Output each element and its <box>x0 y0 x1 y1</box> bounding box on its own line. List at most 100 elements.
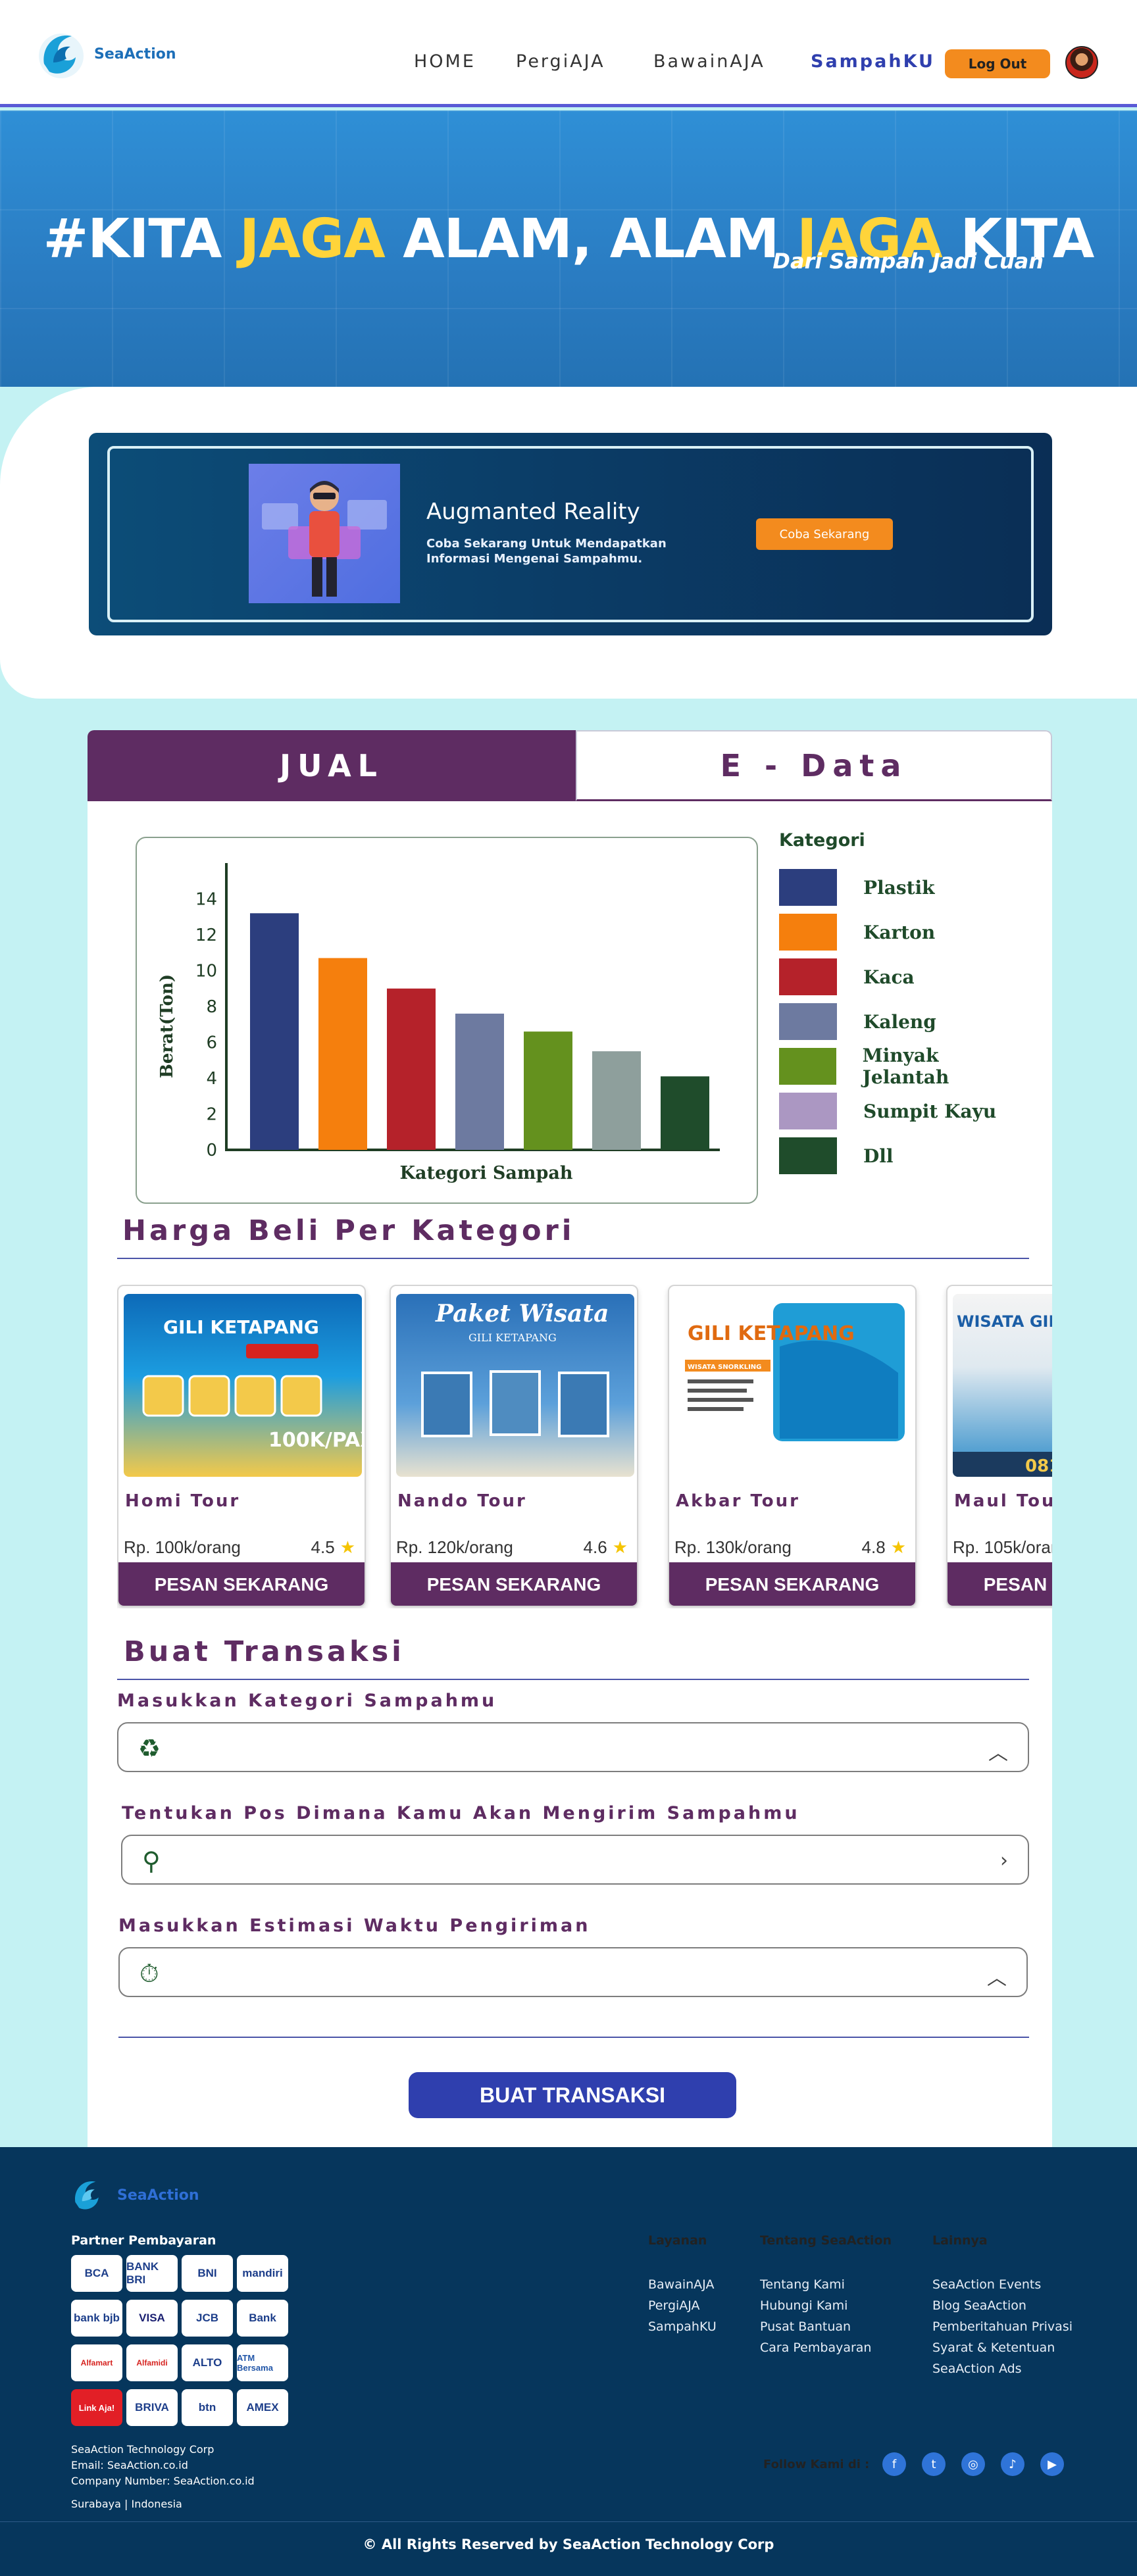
legend-item: Kaleng <box>779 999 1029 1044</box>
footer-link[interactable]: Hubungi Kami <box>760 2295 892 2316</box>
payment-partner-logo: ALTO <box>182 2344 233 2381</box>
legend-label: Minyak Jelantah <box>862 1045 949 1088</box>
youtube-icon[interactable]: ▶ <box>1040 2452 1064 2476</box>
footer-link[interactable]: Cara Pembayaran <box>760 2337 892 2358</box>
waste-category-select[interactable]: ♻ ︿ <box>117 1722 1029 1772</box>
payment-partner-logo: bank bjb <box>71 2300 122 2337</box>
tour-card[interactable]: WISATA GILI KETAPANG 081 Maul Tour Rp. 1… <box>946 1285 1052 1607</box>
footer-link[interactable]: Pemberitahuan Privasi <box>932 2316 1073 2337</box>
top-navbar: SeaAction HOME PergiAJA BawainAJA Sampah… <box>0 0 1137 107</box>
tour-card-image-caption: GILI KETAPANG <box>688 1322 855 1345</box>
hero-title-part: ALAM, ALAM <box>384 208 797 270</box>
nav-pergiaja[interactable]: PergiAJA <box>516 51 605 72</box>
legend-item: Sumpit Kayu <box>779 1089 1029 1133</box>
delivery-time-select[interactable]: ⏱ ︿ <box>118 1947 1028 1997</box>
payment-partner-logo: Bank <box>237 2300 288 2337</box>
company-name: SeaAction Technology Corp <box>71 2443 215 2456</box>
legend-item: Dll <box>779 1133 1029 1178</box>
footer-link[interactable]: SeaAction Ads <box>932 2358 1073 2379</box>
y-tick-label: 0 <box>206 1141 217 1160</box>
tour-card-image-caption: Paket Wisata <box>435 1300 609 1327</box>
tab-edata[interactable]: E - Data <box>576 730 1052 801</box>
copyright-text: © All Rights Reserved by SeaAction Techn… <box>363 2537 774 2552</box>
try-now-button[interactable]: Coba Sekarang <box>756 518 893 550</box>
y-tick-label: 8 <box>206 997 217 1017</box>
book-now-button[interactable]: PESAN SEKARANG <box>948 1562 1052 1606</box>
brand-logo-text: SeaAction <box>94 46 176 62</box>
tour-card[interactable]: GILI KETAPANG 100K/PAX Homi Tour Rp. 100… <box>117 1285 366 1607</box>
ar-illustration <box>249 464 400 603</box>
tour-card[interactable]: GILI KETAPANG WISATA SNORKLING Akbar Tou… <box>668 1285 917 1607</box>
legend-label: Sumpit Kayu <box>863 1100 997 1122</box>
rating-value: 4.5 <box>311 1537 335 1557</box>
logout-button[interactable]: Log Out <box>945 49 1050 78</box>
nav-home[interactable]: HOME <box>414 51 476 72</box>
tour-card[interactable]: Paket Wisata GILI KETAPANG Nando Tour Rp… <box>390 1285 638 1607</box>
location-pin-icon: ⚲ <box>142 1846 161 1875</box>
create-transaction-button[interactable]: BUAT TRANSAKSI <box>409 2072 736 2118</box>
tour-card-price: Rp. 105k/orang <box>953 1537 1052 1557</box>
pos-select[interactable]: ⚲ › <box>121 1835 1029 1885</box>
footer-col-layanan: Layanan BawainAJA PergiAJA SampahKU <box>648 2233 717 2337</box>
user-avatar[interactable] <box>1065 46 1098 79</box>
tour-card-rating: 4.6 ★ <box>584 1537 628 1558</box>
instagram-icon[interactable]: ◎ <box>961 2452 985 2476</box>
chart-bar-karton <box>318 958 367 1150</box>
chevron-right-icon: › <box>1000 1849 1008 1872</box>
tiktok-icon[interactable]: ♪ <box>1001 2452 1024 2476</box>
nav-bawainaja[interactable]: BawainAJA <box>653 51 765 72</box>
legend-swatch <box>779 1003 837 1040</box>
legend-item: Plastik <box>779 865 1029 910</box>
chart-bar-kaleng <box>455 1013 504 1150</box>
tour-card-price: Rp. 130k/orang <box>674 1537 792 1557</box>
footer-wave-logo-icon[interactable] <box>66 2172 112 2218</box>
payment-partner-logo: BANK BRI <box>126 2255 178 2292</box>
book-now-button[interactable]: PESAN SEKARANG <box>391 1562 637 1606</box>
star-icon: ★ <box>890 1537 906 1557</box>
rating-value: 4.6 <box>583 1537 607 1557</box>
payment-partner-logo: JCB <box>182 2300 233 2337</box>
chart-bar-kaca <box>387 988 436 1150</box>
star-icon: ★ <box>612 1537 628 1557</box>
wave-logo-icon <box>36 23 89 86</box>
legend-item: Kaca <box>779 954 1029 999</box>
chart-legend: Kategori Plastik Karton Kaca Kaleng Minyak J… <box>779 830 1029 1178</box>
footer-link[interactable]: Blog SeaAction <box>932 2295 1073 2316</box>
book-now-button[interactable]: PESAN SEKARANG <box>118 1562 365 1606</box>
payment-partners-title: Partner Pembayaran <box>71 2233 216 2248</box>
follow-us-label: Follow Kami di : <box>763 2458 870 2471</box>
chart-bar-sumpit-kayu <box>592 1051 641 1150</box>
y-axis-label: Berat(Ton) <box>157 974 177 1078</box>
footer-link[interactable]: SeaAction Events <box>932 2274 1073 2295</box>
facebook-icon[interactable]: f <box>882 2452 906 2476</box>
tab-jual[interactable]: JUAL <box>88 730 576 801</box>
brand-logo[interactable]: SeaAction <box>36 23 176 86</box>
recycle-icon: ♻ <box>138 1734 161 1763</box>
footer-link[interactable]: BawainAJA <box>648 2274 717 2295</box>
tour-card-image: WISATA GILI KETAPANG 081 <box>953 1294 1052 1477</box>
legend-swatch <box>779 1093 837 1129</box>
book-now-button[interactable]: PESAN SEKARANG <box>669 1562 915 1606</box>
tour-card-name: Homi Tour <box>125 1491 241 1511</box>
footer-link[interactable]: SampahKU <box>648 2316 717 2337</box>
footer-link[interactable]: Syarat & Ketentuan <box>932 2337 1073 2358</box>
footer-link[interactable]: PergiAJA <box>648 2295 717 2316</box>
nav-sampahku[interactable]: SampahKU <box>811 51 935 72</box>
chart-bar-plastik <box>250 913 299 1150</box>
payment-partner-logo: btn <box>182 2389 233 2426</box>
x-axis-label: Kategori Sampah <box>400 1163 573 1183</box>
payment-partner-logo: Link Aja! <box>71 2389 122 2426</box>
tour-card-image-price: GILI KETAPANG <box>468 1331 557 1344</box>
tour-card-image: GILI KETAPANG WISATA SNORKLING <box>674 1294 913 1477</box>
chevron-up-icon: ︿ <box>988 1742 1008 1765</box>
tour-card-rating: 4.5 ★ <box>311 1537 355 1558</box>
tour-card-price: Rp. 120k/orang <box>396 1537 513 1557</box>
legend-swatch <box>779 958 837 995</box>
footer-link[interactable]: Tentang Kami <box>760 2274 892 2295</box>
twitter-icon[interactable]: t <box>922 2452 946 2476</box>
footer-link[interactable]: Pusat Bantuan <box>760 2316 892 2337</box>
ar-description: Coba Sekarang Untuk Mendapatkan Informas… <box>426 537 667 566</box>
legend-swatch <box>779 869 837 906</box>
tour-carousel[interactable]: GILI KETAPANG 100K/PAX Homi Tour Rp. 100… <box>117 1285 1052 1608</box>
company-number: Company Number: SeaAction.co.id <box>71 2475 255 2487</box>
